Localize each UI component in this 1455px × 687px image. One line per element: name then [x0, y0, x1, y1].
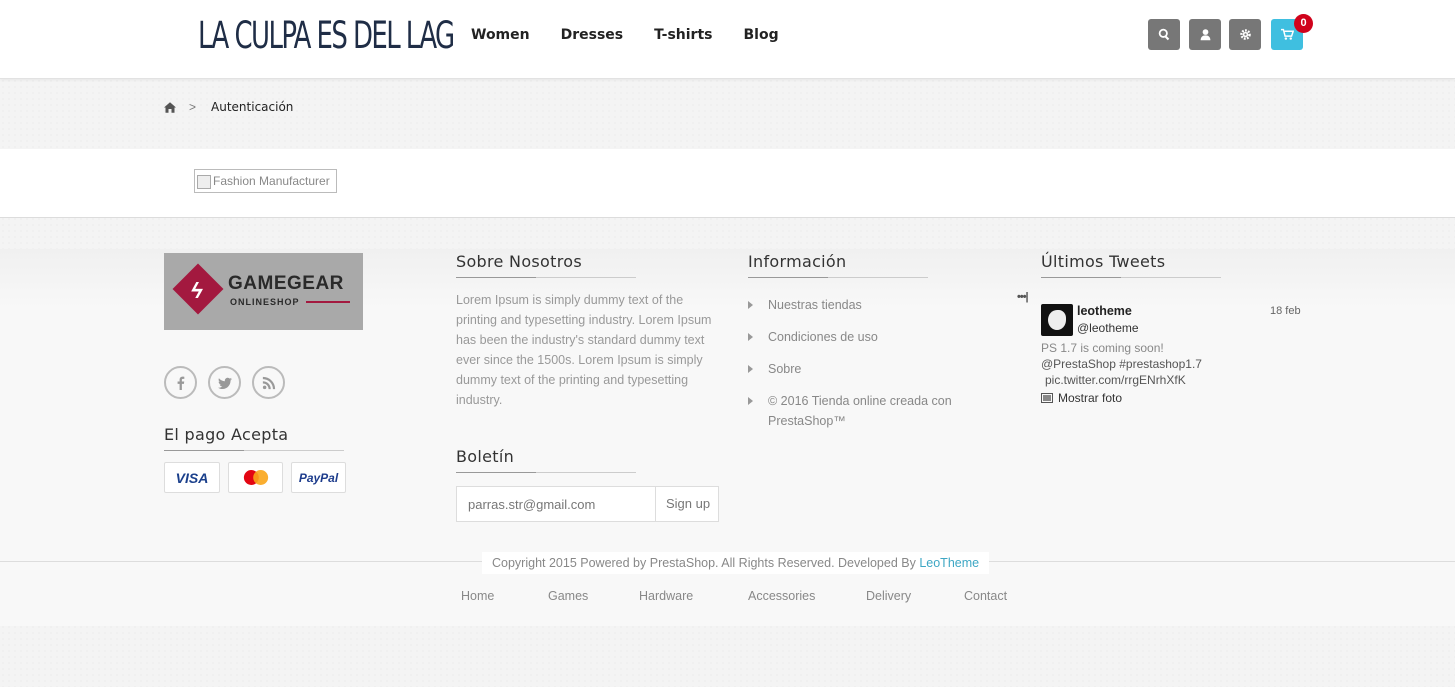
- bottom-nav-contact[interactable]: Contact: [964, 589, 1024, 603]
- tweet-line-3[interactable]: pic.twitter.com/rrgENrhXfK: [1041, 372, 1241, 388]
- about-text: Lorem Ipsum is simply dummy text of the …: [456, 293, 712, 407]
- manufacturer-band: Fashion Manufacturer: [0, 149, 1455, 218]
- cart-count-badge: 0: [1294, 14, 1313, 33]
- broken-image-icon: [197, 174, 211, 189]
- rss-link[interactable]: [252, 366, 285, 399]
- tweets-heading: Últimos Tweets: [1041, 252, 1221, 278]
- tweet-date[interactable]: 18 feb: [1270, 305, 1301, 317]
- info-heading: Información: [748, 252, 928, 278]
- bottom-nav-accessories[interactable]: Accessories: [748, 589, 866, 603]
- tweet-line-2[interactable]: @PrestaShop #prestashop1.7: [1041, 356, 1241, 372]
- bottom-nav: Home Games Hardware Accessories Delivery…: [461, 589, 1024, 603]
- manufacturer-alt-text: Fashion Manufacturer: [213, 174, 330, 188]
- breadcrumb-separator: >: [189, 100, 197, 114]
- footer-logo[interactable]: ϟ GAMEGEAR ONLINESHOP: [164, 253, 363, 330]
- info-link-terms[interactable]: Condiciones de uso: [748, 327, 978, 347]
- payment-heading: El pago Acepta: [164, 425, 344, 451]
- newsletter-email-input[interactable]: [457, 487, 656, 521]
- tweet-avatar[interactable]: [1041, 304, 1073, 336]
- footer-logo-subtitle: ONLINESHOP: [230, 297, 300, 307]
- cart-icon: [1280, 28, 1294, 40]
- main-nav: Women Dresses T-shirts Blog: [471, 26, 810, 44]
- bolt-icon: ϟ: [191, 278, 203, 303]
- tweet-author-handle[interactable]: @leotheme: [1077, 321, 1139, 335]
- leotheme-link[interactable]: LeoTheme: [919, 556, 979, 570]
- newsletter-signup-button[interactable]: Sign up: [656, 487, 718, 521]
- photo-icon: [1041, 393, 1053, 403]
- tweet-show-photo-label: Mostrar foto: [1058, 391, 1123, 405]
- mastercard-badge: [228, 462, 283, 493]
- nav-women[interactable]: Women: [471, 26, 530, 44]
- newsletter-signup-label: Sign up: [666, 496, 711, 511]
- gear-icon: [1239, 29, 1251, 40]
- paypal-badge: PayPal: [291, 462, 346, 493]
- breadcrumb-home[interactable]: [164, 101, 176, 113]
- info-link-about[interactable]: Sobre: [748, 359, 978, 379]
- breadcrumb: > Autenticación: [164, 100, 293, 114]
- info-link-credits[interactable]: © 2016 Tienda online creada con PrestaSh…: [748, 391, 978, 431]
- twitter-icon: [217, 377, 232, 389]
- settings-button[interactable]: [1229, 19, 1261, 50]
- nav-blog[interactable]: Blog: [743, 26, 778, 44]
- user-icon: [1200, 29, 1210, 41]
- more-dots-icon[interactable]: •••|: [1017, 291, 1029, 303]
- copyright-text: Copyright 2015 Powered by PrestaShop. Al…: [492, 556, 920, 570]
- bottom-nav-hardware[interactable]: Hardware: [639, 589, 748, 603]
- twitter-link[interactable]: [208, 366, 241, 399]
- search-icon: [1158, 28, 1169, 41]
- visa-badge: VISA: [164, 462, 220, 493]
- copyright: Copyright 2015 Powered by PrestaShop. Al…: [482, 552, 990, 574]
- tweet-body: PS 1.7 is coming soon! @PrestaShop #pres…: [1041, 340, 1241, 388]
- search-button[interactable]: [1148, 19, 1180, 50]
- newsletter-form: Sign up: [456, 486, 719, 522]
- about-heading: Sobre Nosotros: [456, 252, 636, 278]
- nav-tshirts[interactable]: T-shirts: [654, 26, 712, 44]
- tweet-line-1: PS 1.7 is coming soon!: [1041, 341, 1164, 355]
- bottom-nav-home[interactable]: Home: [461, 589, 548, 603]
- mastercard-icon: [243, 470, 268, 485]
- home-icon: [164, 101, 176, 113]
- logo-bar: [306, 301, 350, 303]
- manufacturer-image[interactable]: Fashion Manufacturer: [194, 169, 337, 193]
- site-logo[interactable]: LA CULPA ES DEL LAG: [198, 14, 455, 58]
- tweet-show-photo[interactable]: Mostrar foto: [1041, 391, 1122, 405]
- bottom-nav-games[interactable]: Games: [548, 589, 639, 603]
- rss-icon: [262, 376, 275, 389]
- footer-logo-title: GAMEGEAR: [228, 273, 344, 294]
- site-header: LA CULPA ES DEL LAG Women Dresses T-shir…: [0, 0, 1455, 79]
- facebook-link[interactable]: [164, 366, 197, 399]
- bottom-nav-delivery[interactable]: Delivery: [866, 589, 964, 603]
- info-links: Nuestras tiendas Condiciones de uso Sobr…: [748, 295, 978, 443]
- facebook-icon: [177, 376, 184, 390]
- newsletter-heading: Boletín: [456, 447, 636, 473]
- breadcrumb-current: Autenticación: [211, 100, 294, 114]
- account-button[interactable]: [1189, 19, 1221, 50]
- info-link-stores[interactable]: Nuestras tiendas: [748, 295, 978, 315]
- tweet-author-name[interactable]: leotheme: [1077, 304, 1132, 318]
- nav-dresses[interactable]: Dresses: [561, 26, 624, 44]
